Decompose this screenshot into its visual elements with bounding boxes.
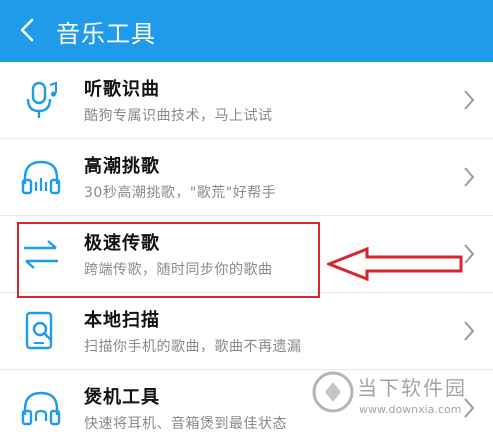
item-subtitle: 扫描你手机的歌曲，歌曲不再遗漏 bbox=[84, 339, 302, 355]
item-title: 煲机工具 bbox=[84, 387, 160, 408]
headphones-icon bbox=[21, 160, 61, 195]
watermark: 当下软件园 www.downxia.com bbox=[305, 370, 493, 440]
left-arrow-annotation-icon bbox=[327, 247, 463, 281]
item-title: 高潮挑歌 bbox=[84, 156, 160, 177]
chevron-right-icon bbox=[464, 321, 475, 341]
item-title: 本地扫描 bbox=[84, 310, 160, 331]
watermark-url: www.downxia.com bbox=[359, 403, 462, 416]
page-title: 音乐工具 bbox=[56, 20, 156, 48]
watermark-logo-icon bbox=[312, 371, 354, 413]
app-header: 音乐工具 bbox=[0, 0, 493, 62]
watermark-text: 当下软件园 bbox=[357, 376, 467, 400]
scan-phone-icon bbox=[25, 311, 53, 350]
item-subtitle: 酷狗专属识曲技术，马上试试 bbox=[84, 108, 273, 124]
list-item-local-scan[interactable]: 本地扫描 扫描你手机的歌曲，歌曲不再遗漏 bbox=[0, 293, 493, 370]
music-tools-page: 音乐工具 听歌识曲 酷狗专属识曲技术，马上试试 高潮挑歌 30秒高潮挑歌，"歌荒… bbox=[0, 0, 493, 440]
item-subtitle: 30秒高潮挑歌，"歌荒"好帮手 bbox=[84, 185, 277, 201]
chevron-right-icon bbox=[464, 90, 475, 110]
highlight-box bbox=[17, 222, 320, 298]
chevron-right-icon bbox=[464, 167, 475, 187]
list-item-song-recognition[interactable]: 听歌识曲 酷狗专属识曲技术，马上试试 bbox=[0, 62, 493, 139]
mic-music-icon bbox=[26, 81, 57, 118]
item-title: 听歌识曲 bbox=[84, 79, 160, 100]
list-item-highlight-picks[interactable]: 高潮挑歌 30秒高潮挑歌，"歌荒"好帮手 bbox=[0, 139, 493, 216]
item-subtitle: 快速将耳机、音箱煲到最佳状态 bbox=[84, 416, 287, 432]
chevron-right-icon bbox=[464, 244, 475, 264]
headphones-burnin-icon bbox=[21, 391, 61, 426]
chevron-left-icon[interactable] bbox=[14, 16, 42, 44]
